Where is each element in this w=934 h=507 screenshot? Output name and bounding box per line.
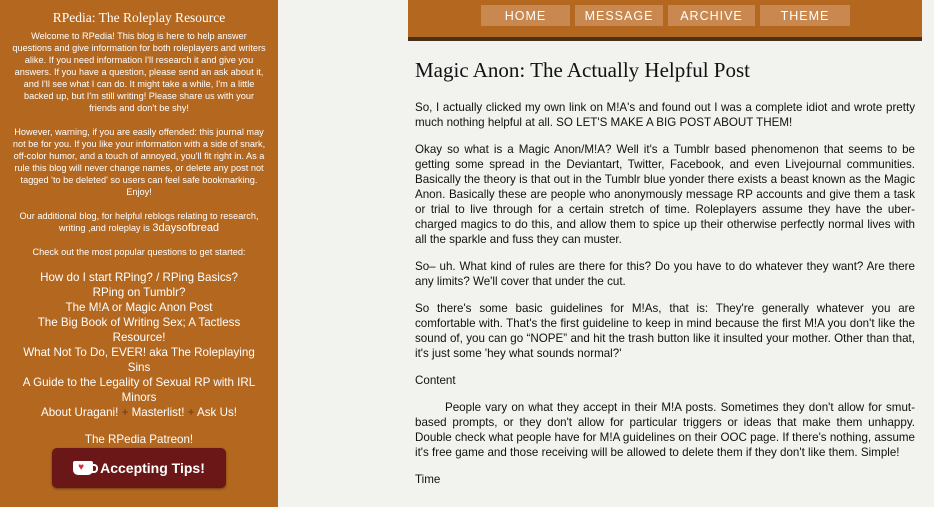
patreon-link[interactable]: The RPedia Patreon! <box>12 433 266 447</box>
link-ask[interactable]: Ask Us! <box>197 406 237 419</box>
welcome-text: Welcome to RPedia! This blog is here to … <box>12 31 266 113</box>
about-links-row: About Uragani! + Masterlist! + Ask Us! <box>12 405 266 420</box>
post-paragraph: So– uh. What kind of rules are there for… <box>415 260 915 288</box>
popular-links: How do I start RPing? / RPing Basics? RP… <box>12 270 266 420</box>
additional-blog-text: Our additional blog, for helpful reblogs… <box>12 210 266 234</box>
link-magic-anon[interactable]: The M!A or Magic Anon Post <box>12 300 266 315</box>
link-rping-tumblr[interactable]: RPing on Tumblr? <box>12 285 266 300</box>
additional-blog-prefix: Our additional blog, for helpful reblogs… <box>19 211 259 233</box>
link-start-rping[interactable]: How do I start RPing? / RPing Basics? <box>12 270 266 285</box>
link-masterlist[interactable]: Masterlist! <box>132 406 185 419</box>
post-paragraph: So, I actually clicked my own link on M!… <box>415 101 915 129</box>
blog-title[interactable]: RPedia: The Roleplay Resource <box>12 10 266 26</box>
additional-blog-link[interactable]: 3daysofbread <box>152 222 219 234</box>
link-about[interactable]: About Uragani! <box>41 406 118 419</box>
link-writing-sex[interactable]: The Big Book of Writing Sex; A Tactless … <box>12 315 266 345</box>
popular-intro: Check out the most popular questions to … <box>32 247 246 257</box>
accepting-tips-button[interactable]: ♥ Accepting Tips! <box>52 448 226 488</box>
post: Magic Anon: The Actually Helpful Post So… <box>415 56 915 499</box>
nav-theme[interactable]: THEME <box>760 5 850 26</box>
post-paragraph: So there's some basic guidelines for M!A… <box>415 302 915 360</box>
link-roleplaying-sins[interactable]: What Not To Do, EVER! aka The Roleplayin… <box>12 345 266 375</box>
post-paragraph: Okay so what is a Magic Anon/M!A? Well i… <box>415 143 915 246</box>
nav-archive[interactable]: ARCHIVE <box>668 5 755 26</box>
sidebar: RPedia: The Roleplay Resource Welcome to… <box>0 0 278 507</box>
post-title[interactable]: Magic Anon: The Actually Helpful Post <box>415 56 915 84</box>
kofi-cup-icon: ♥ <box>73 461 99 475</box>
link-legality[interactable]: A Guide to the Legality of Sexual RP wit… <box>12 375 266 405</box>
section-heading-content: Content <box>415 374 456 387</box>
separator: + <box>187 406 195 419</box>
post-paragraph: People vary on what they accept in their… <box>415 401 915 459</box>
separator: + <box>121 406 129 419</box>
nav-message[interactable]: MESSAGE <box>575 5 663 26</box>
warning-text: However, warning, if you are easily offe… <box>12 127 266 197</box>
nav-home[interactable]: HOME <box>481 5 570 26</box>
section-heading-time: Time <box>415 473 441 486</box>
tips-button-label: Accepting Tips! <box>100 460 205 476</box>
top-nav: HOME MESSAGE ARCHIVE THEME <box>408 0 922 41</box>
